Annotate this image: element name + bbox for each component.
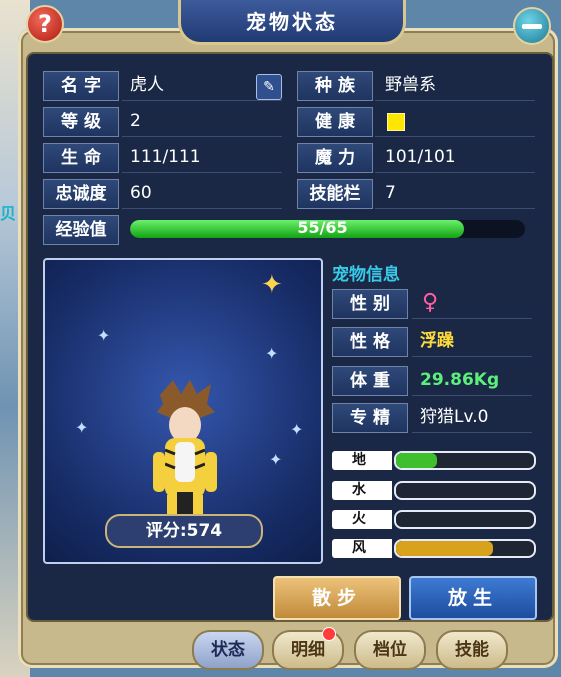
- tab-slots[interactable]: 档位: [354, 630, 426, 670]
- divider: [375, 172, 535, 173]
- element-bar-water: [394, 481, 536, 500]
- divider: [412, 432, 532, 433]
- background-text: 贝: [0, 204, 17, 223]
- race-label: 种 族: [297, 71, 373, 101]
- specialty-value: 狩猎Lv.0: [420, 407, 489, 427]
- gender-value: ♀: [422, 290, 439, 315]
- notification-dot: [322, 627, 336, 641]
- divider: [122, 172, 282, 173]
- pet-score: 评分:574: [105, 514, 263, 548]
- sparkle-icon: ✦: [290, 420, 304, 439]
- health-indicator: [387, 113, 405, 131]
- level-label: 等 级: [43, 107, 119, 137]
- help-icon[interactable]: ?: [26, 5, 64, 43]
- weight-label: 体 重: [332, 366, 408, 396]
- pet-info-title: 宠物信息: [332, 265, 400, 285]
- divider: [122, 136, 282, 137]
- element-label-water: 水: [332, 481, 392, 500]
- pet-name: 虎人: [130, 75, 164, 95]
- sparkle-icon: ✦: [97, 326, 111, 345]
- sparkle-icon: ✦: [261, 270, 283, 300]
- divider: [375, 208, 535, 209]
- weight-value: 29.86Kg: [420, 370, 500, 390]
- hp-value: 111/111: [130, 147, 201, 167]
- divider: [412, 395, 532, 396]
- release-button[interactable]: 放生: [409, 576, 537, 620]
- skill-slot-value: 7: [385, 183, 396, 203]
- skill-slot-label: 技能栏: [297, 179, 373, 209]
- element-label-fire: 火: [332, 510, 392, 529]
- mp-value: 101/101: [385, 147, 456, 167]
- sparkle-icon: ✦: [75, 418, 89, 437]
- divider: [122, 100, 282, 101]
- walk-button[interactable]: 散步: [273, 576, 401, 620]
- element-fill-wind: [396, 541, 493, 556]
- loyalty-label: 忠诚度: [43, 179, 119, 209]
- window-title: 宠物状态: [246, 10, 338, 34]
- level-value: 2: [130, 111, 141, 131]
- personality-value: 浮躁: [420, 331, 454, 351]
- specialty-label: 专 精: [332, 403, 408, 433]
- title-bar: 宠物状态: [178, 0, 406, 45]
- tiger-man-sprite: [153, 380, 217, 517]
- divider: [122, 208, 282, 209]
- element-fill-earth: [396, 453, 438, 468]
- divider: [375, 100, 535, 101]
- element-label-wind: 风: [332, 539, 392, 558]
- sparkle-icon: ✦: [269, 450, 283, 469]
- divider: [412, 318, 532, 319]
- pet-portrait: ✦ ✦ ✦ ✦ ✦ ✦ 评分:574: [43, 258, 323, 564]
- loyalty-value: 60: [130, 183, 152, 203]
- personality-label: 性 格: [332, 327, 408, 357]
- mp-label: 魔 力: [297, 143, 373, 173]
- edit-name-icon[interactable]: ✎: [256, 74, 282, 100]
- name-label: 名 字: [43, 71, 119, 101]
- hp-label: 生 命: [43, 143, 119, 173]
- sparkle-icon: ✦: [265, 344, 279, 363]
- divider: [412, 356, 532, 357]
- element-label-earth: 地: [332, 451, 392, 470]
- element-bar-wind: [394, 539, 536, 558]
- exp-value: 55/65: [297, 218, 348, 237]
- element-bar-fire: [394, 510, 536, 529]
- divider: [375, 136, 535, 137]
- gender-label: 性 别: [332, 289, 408, 319]
- element-bar-earth: [394, 451, 536, 470]
- health-label: 健 康: [297, 107, 373, 137]
- exp-label: 经验值: [43, 215, 119, 245]
- tab-skills[interactable]: 技能: [436, 630, 508, 670]
- race-value: 野兽系: [385, 75, 436, 95]
- minimize-icon[interactable]: [513, 7, 551, 45]
- tab-status[interactable]: 状态: [192, 630, 264, 670]
